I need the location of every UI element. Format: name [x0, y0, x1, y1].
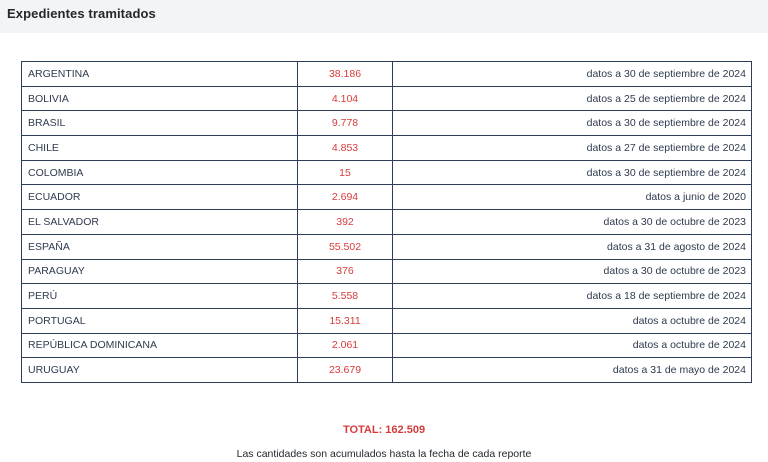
country-cell: REPÚBLICA DOMINICANA	[21, 332, 298, 359]
count-cell: 38.186	[297, 61, 393, 87]
country-cell: BRASIL	[21, 110, 298, 137]
count-cell: 23.679	[297, 357, 393, 383]
table-row: EL SALVADOR 392 datos a 30 de octubre de 2…	[21, 209, 752, 235]
count-cell: 2.694	[297, 184, 393, 211]
country-cell: URUGUAY	[21, 357, 298, 383]
table-row: BOLIVIA 4.104 datos a 25 de septiembre de …	[21, 85, 752, 112]
table-row: ECUADOR 2.694 datos a junio de 2020	[21, 184, 752, 211]
count-cell: 15.311	[297, 307, 393, 334]
table-row: URUGUAY 23.679 datos a 31 de mayo de 2024	[21, 357, 752, 383]
country-cell: BOLIVIA	[21, 85, 298, 112]
date-info-cell: datos a 25 de septiembre de 2024	[392, 85, 752, 112]
date-info-cell: datos a octubre de 2024	[392, 307, 752, 334]
table-row: CHILE 4.853 datos a 27 de septiembre de 20…	[21, 135, 752, 161]
total-label: TOTAL: 162.509	[342, 424, 426, 436]
date-info-cell: datos a 31 de mayo de 2024	[392, 357, 752, 383]
country-cell: PARAGUAY	[21, 258, 298, 285]
count-cell: 376	[297, 258, 393, 285]
date-info-cell: datos a 30 de septiembre de 2024	[392, 61, 752, 87]
table-row: BRASIL 9.778 datos a 30 de septiembre de 2…	[21, 110, 752, 137]
count-cell: 4.853	[297, 135, 393, 161]
date-info-cell: datos a 30 de octubre de 2023	[392, 258, 752, 285]
table-row: PARAGUAY 376 datos a 30 de octubre de 2023	[21, 258, 752, 285]
records-table: ARGENTINA 38.186 datos a 30 de septiembre …	[21, 61, 752, 383]
count-cell: 5.558	[297, 283, 393, 309]
country-cell: ARGENTINA	[21, 61, 298, 87]
date-info-cell: datos a 31 de agosto de 2024	[392, 233, 752, 260]
count-cell: 4.104	[297, 85, 393, 112]
footnote: Las cantidades son acumulados hasta la f…	[236, 448, 532, 460]
records-table-body: ARGENTINA 38.186 datos a 30 de septiembre …	[21, 61, 752, 383]
country-cell: ESPAÑA	[21, 233, 298, 260]
count-cell: 2.061	[297, 332, 393, 359]
date-info-cell: datos a octubre de 2024	[392, 332, 752, 359]
date-info-cell: datos a 18 de septiembre de 2024	[392, 283, 752, 309]
count-cell: 15	[297, 159, 393, 186]
country-cell: COLOMBIA	[21, 159, 298, 186]
country-cell: EL SALVADOR	[21, 209, 298, 235]
table-row: ARGENTINA 38.186 datos a 30 de septiembre …	[21, 61, 752, 87]
table-row: REPÚBLICA DOMINICANA 2.061 datos a octubre…	[21, 332, 752, 359]
table-row: PORTUGAL 15.311 datos a octubre de 2024	[21, 307, 752, 334]
country-cell: ECUADOR	[21, 184, 298, 211]
country-cell: CHILE	[21, 135, 298, 161]
table-row: COLOMBIA 15 datos a 30 de septiembre de 20…	[21, 159, 752, 186]
date-info-cell: datos a junio de 2020	[392, 184, 752, 211]
date-info-cell: datos a 30 de septiembre de 2024	[392, 110, 752, 137]
date-info-cell: datos a 30 de septiembre de 2024	[392, 159, 752, 186]
table-row: PERÚ 5.558 datos a 18 de septiembre de 202…	[21, 283, 752, 309]
country-cell: PORTUGAL	[21, 307, 298, 334]
records-table-container: ARGENTINA 38.186 datos a 30 de septiembre …	[21, 61, 752, 383]
count-cell: 392	[297, 209, 393, 235]
table-row: ESPAÑA 55.502 datos a 31 de agosto de 2024	[21, 233, 752, 260]
count-cell: 9.778	[297, 110, 393, 137]
count-cell: 55.502	[297, 233, 393, 260]
country-cell: PERÚ	[21, 283, 298, 309]
date-info-cell: datos a 30 de octubre de 2023	[392, 209, 752, 235]
date-info-cell: datos a 27 de septiembre de 2024	[392, 135, 752, 161]
header-bar: Expedientes tramitados	[0, 0, 768, 33]
page-title: Expedientes tramitados	[7, 6, 156, 21]
